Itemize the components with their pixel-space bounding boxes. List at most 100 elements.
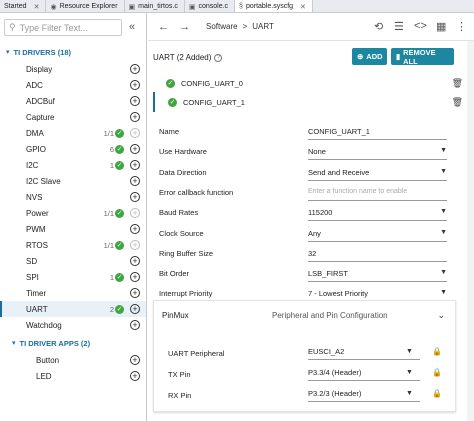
add-icon[interactable]: + bbox=[130, 240, 140, 250]
history-icon[interactable]: ⟲ bbox=[374, 20, 383, 33]
tree-item-timer[interactable]: Timer + bbox=[0, 285, 146, 301]
tab-console[interactable]: ▣ console.c bbox=[185, 0, 236, 12]
add-icon[interactable]: + bbox=[130, 192, 140, 202]
scrollbar[interactable] bbox=[467, 41, 474, 421]
add-button[interactable]: ⊕ ADD bbox=[352, 48, 387, 65]
delete-icon[interactable]: 🗑 bbox=[452, 78, 463, 89]
add-icon[interactable]: + bbox=[130, 304, 140, 314]
tree-item-sd[interactable]: SD + bbox=[0, 253, 146, 269]
pinmux-value-field[interactable]: EUSCI_A2 bbox=[308, 344, 420, 360]
code-view-icon[interactable]: <> bbox=[414, 20, 427, 32]
back-arrow-icon[interactable]: ← bbox=[158, 21, 169, 33]
add-icon[interactable]: + bbox=[130, 160, 140, 170]
breadcrumb-software[interactable]: Software bbox=[206, 22, 238, 31]
tree-item-adc[interactable]: ADC + bbox=[0, 77, 146, 93]
add-icon[interactable]: + bbox=[130, 371, 140, 381]
tree-item-spi[interactable]: SPI 1 ✓ + bbox=[0, 269, 146, 285]
instance-count: 1 bbox=[109, 160, 114, 170]
tree-item-uart[interactable]: UART 2 ✓ + bbox=[0, 301, 146, 317]
add-icon[interactable]: + bbox=[130, 64, 140, 74]
more-icon[interactable]: ⋮ bbox=[456, 20, 467, 33]
tree-item-power[interactable]: Power 1/1 ✓ + bbox=[0, 205, 146, 221]
instance-count: 1 bbox=[109, 272, 114, 282]
add-icon[interactable]: + bbox=[130, 176, 140, 186]
close-icon[interactable]: ✕ bbox=[34, 3, 40, 11]
tree-item-button[interactable]: Button + bbox=[0, 352, 146, 368]
caret-down-icon[interactable]: ▾ bbox=[12, 339, 16, 347]
close-icon[interactable]: ✕ bbox=[300, 3, 306, 11]
add-icon[interactable]: + bbox=[130, 272, 140, 282]
tree-item-gpio[interactable]: GPIO 6 ✓ + bbox=[0, 141, 146, 157]
add-icon[interactable]: + bbox=[130, 112, 140, 122]
pinmux-value-field[interactable]: P3.2/3 (Header) bbox=[308, 386, 420, 402]
dropdown-arrow-icon[interactable]: ▼ bbox=[440, 147, 447, 154]
prop-value-field[interactable]: 32 bbox=[308, 245, 447, 262]
prop-value-field[interactable]: LSB_FIRST bbox=[308, 265, 447, 283]
prop-value-field[interactable]: Send and Receive bbox=[308, 164, 447, 181]
tree-item-led[interactable]: LED + bbox=[0, 368, 146, 384]
add-icon[interactable]: + bbox=[130, 208, 140, 218]
tree-item-watchdog[interactable]: Watchdog + bbox=[0, 317, 146, 333]
prop-value-field[interactable]: CONFIG_UART_1 bbox=[308, 123, 447, 140]
help-icon[interactable]: ? bbox=[214, 53, 223, 62]
tree-item-nvs[interactable]: NVS + bbox=[0, 189, 146, 205]
chip-icon[interactable]: ▦ bbox=[436, 20, 446, 33]
add-icon[interactable]: + bbox=[130, 128, 140, 138]
prop-value-field[interactable]: Any bbox=[308, 225, 447, 242]
editor-tab-bar: Started ✕ ◉ Resource Explorer ▣ main_tirtos… bbox=[0, 0, 474, 13]
add-icon[interactable]: + bbox=[130, 96, 140, 106]
chevron-down-icon[interactable]: ⌄ bbox=[437, 310, 445, 321]
instance-config-uart-0[interactable]: ✓ CONFIG_UART_0 🗑 bbox=[153, 73, 469, 93]
delete-icon[interactable]: 🗑 bbox=[452, 97, 463, 108]
lock-icon[interactable]: 🔒 bbox=[432, 389, 442, 398]
add-icon[interactable]: + bbox=[130, 355, 140, 365]
tree-item-display[interactable]: Display + bbox=[0, 61, 146, 77]
prop-label: Error callback function bbox=[159, 187, 234, 197]
add-icon[interactable]: + bbox=[130, 80, 140, 90]
add-icon[interactable]: + bbox=[130, 256, 140, 266]
add-icon[interactable]: + bbox=[130, 288, 140, 298]
dropdown-arrow-icon[interactable]: ▼ bbox=[406, 348, 413, 355]
dropdown-arrow-icon[interactable]: ▼ bbox=[440, 208, 447, 215]
dropdown-arrow-icon[interactable]: ▼ bbox=[440, 269, 447, 276]
pinmux-panel: PinMux Peripheral and Pin Configuration … bbox=[153, 300, 456, 412]
tree-item-i2c[interactable]: I2C 1 ✓ + bbox=[0, 157, 146, 173]
prop-value-field[interactable]: Enter a function name to enable bbox=[308, 184, 447, 201]
toolbar: ← → Software > UART ⟲ ☰ <> ▦ ⋮ bbox=[148, 13, 474, 41]
instance-config-uart-1[interactable]: ✓ CONFIG_UART_1 🗑 bbox=[153, 92, 469, 112]
lock-icon[interactable]: 🔒 bbox=[432, 368, 442, 377]
filter-input[interactable]: ⚲ Type Filter Text... bbox=[4, 19, 122, 36]
tree-item-rtos[interactable]: RTOS 1/1 ✓ + bbox=[0, 237, 146, 253]
remove-all-button[interactable]: ▮ REMOVE ALL bbox=[391, 48, 454, 66]
tree-item-adcbuf[interactable]: ADCBuf + bbox=[0, 93, 146, 109]
prop-value-field[interactable]: 115200 bbox=[308, 204, 447, 222]
tab-portable-syscfg[interactable]: § portable.syscfg ✕ bbox=[235, 0, 313, 12]
dropdown-arrow-icon[interactable]: ▼ bbox=[440, 168, 447, 175]
settings-sliders-icon[interactable]: ☰ bbox=[394, 20, 404, 33]
tab-main-tirtos[interactable]: ▣ main_tirtos.c bbox=[125, 0, 185, 12]
pinmux-value-field[interactable]: P3.3/4 (Header) bbox=[308, 365, 420, 381]
collapse-panel-icon[interactable]: « bbox=[129, 21, 135, 33]
filter-placeholder: Type Filter Text... bbox=[19, 22, 88, 33]
add-icon[interactable]: + bbox=[130, 320, 140, 330]
lock-icon[interactable]: 🔒 bbox=[432, 347, 442, 356]
prop-value-field[interactable]: None bbox=[308, 143, 447, 161]
tree-item-i2c-slave[interactable]: I2C Slave + bbox=[0, 173, 146, 189]
add-icon[interactable]: + bbox=[130, 144, 140, 154]
prop-baud-rates: Baud Rates 115200 ▼ bbox=[159, 204, 449, 224]
add-icon[interactable]: + bbox=[130, 224, 140, 234]
dropdown-arrow-icon[interactable]: ▼ bbox=[440, 229, 447, 236]
tree-item-capture[interactable]: Capture + bbox=[0, 109, 146, 125]
tree-item-dma[interactable]: DMA 1/1 ✓ + bbox=[0, 125, 146, 141]
dropdown-arrow-icon[interactable]: ▼ bbox=[406, 390, 413, 397]
group-ti-drivers[interactable]: ▾ TI DRIVERS (18) bbox=[0, 44, 146, 60]
dropdown-arrow-icon[interactable]: ▼ bbox=[440, 289, 447, 296]
dropdown-arrow-icon[interactable]: ▼ bbox=[406, 369, 413, 376]
tab-started[interactable]: Started ✕ bbox=[0, 0, 47, 12]
caret-down-icon[interactable]: ▾ bbox=[6, 48, 10, 56]
pinmux-title: PinMux bbox=[162, 311, 189, 320]
tab-resource-explorer[interactable]: ◉ Resource Explorer bbox=[46, 0, 125, 12]
group-ti-driver-apps[interactable]: ▾ TI DRIVER APPS (2) bbox=[0, 335, 146, 351]
tree-item-pwm[interactable]: PWM + bbox=[0, 221, 146, 237]
forward-arrow-icon[interactable]: → bbox=[179, 21, 190, 33]
